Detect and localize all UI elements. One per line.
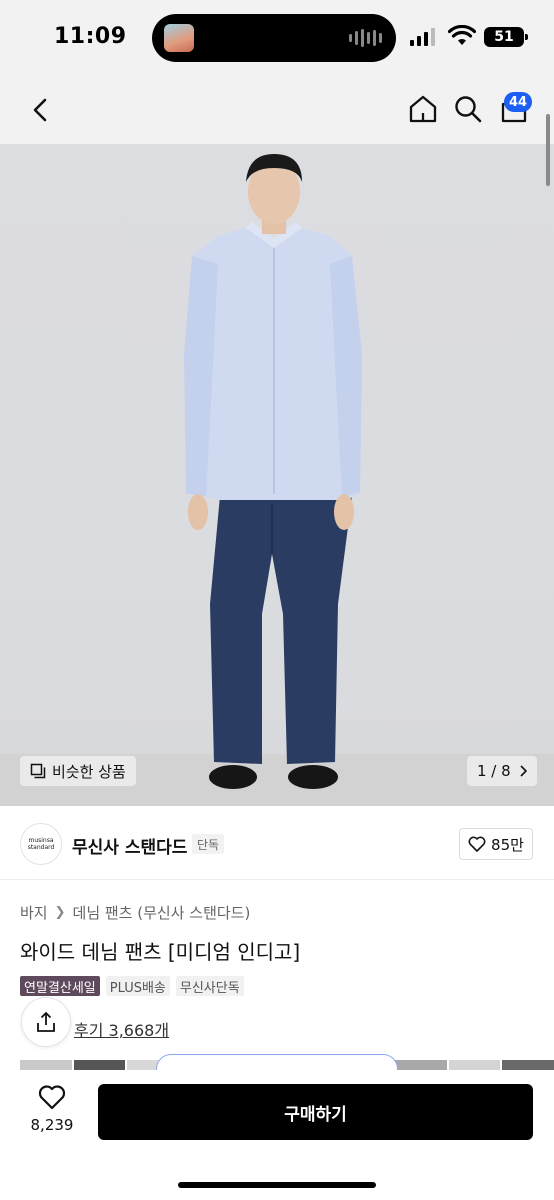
back-button[interactable]: [24, 94, 56, 126]
tag-plus-delivery: PLUS배송: [105, 976, 170, 996]
wifi-icon: [448, 25, 476, 45]
similar-products-button[interactable]: 비슷한 상품: [20, 756, 136, 786]
brand-logo-line2: standard: [27, 844, 55, 851]
share-icon: [37, 1012, 55, 1032]
buy-button[interactable]: 구매하기: [98, 1084, 533, 1140]
product-tags: 연말결산세일 PLUS배송 무신사단독: [20, 976, 244, 996]
brand-like-button[interactable]: 85만: [459, 828, 533, 860]
similar-products-label: 비슷한 상품: [52, 762, 126, 781]
brand-name[interactable]: 무신사 스탠다드: [72, 833, 187, 858]
audio-waveform-icon: [349, 28, 382, 48]
product-title: 와이드 데님 팬츠 [미디엄 인디고]: [20, 940, 301, 964]
wishlist-button[interactable]: 8,239: [20, 1084, 84, 1150]
share-button[interactable]: [21, 997, 71, 1047]
cellular-signal-icon: [410, 28, 435, 46]
dynamic-island: [152, 14, 396, 62]
now-playing-artwork: [164, 24, 194, 52]
model-photo: [184, 154, 362, 789]
image-page-indicator[interactable]: 1 / 8: [467, 756, 537, 786]
brand-row: musinsa standard 무신사 스탠다드 단독 85만: [0, 806, 554, 880]
wishlist-count: 8,239: [30, 1116, 74, 1134]
search-button[interactable]: [451, 92, 485, 126]
product-image-carousel[interactable]: 비슷한 상품 1 / 8: [0, 144, 554, 806]
exclusive-badge: 단독: [192, 834, 225, 854]
home-button[interactable]: [406, 92, 440, 126]
status-time: 11:09: [54, 24, 127, 49]
chevron-right-icon: [520, 765, 527, 777]
back-icon: [33, 98, 47, 122]
search-icon: [455, 96, 482, 123]
brand-logo[interactable]: musinsa standard: [20, 823, 62, 865]
status-bar: 11:09 51: [0, 0, 554, 78]
tag-sale: 연말결산세일: [20, 976, 100, 996]
app-header: 44: [0, 78, 554, 144]
image-page-label: 1 / 8: [477, 762, 511, 780]
breadcrumb: 바지 ❯ 데님 팬츠 (무신사 스탠다드): [20, 902, 250, 923]
tag-musinsa-exclusive: 무신사단독: [175, 976, 244, 996]
scrollbar[interactable]: [546, 114, 550, 186]
similar-items-icon: [30, 763, 46, 779]
bottom-action-bar: 8,239 구매하기: [0, 1070, 554, 1200]
heart-icon: [468, 836, 486, 852]
breadcrumb-item-subcategory[interactable]: 데님 팬츠 (무신사 스탠다드): [73, 902, 251, 923]
breadcrumb-item-category[interactable]: 바지: [20, 902, 48, 923]
chevron-right-icon: ❯: [54, 905, 66, 920]
heart-icon: [38, 1085, 66, 1110]
cart-count-badge: 44: [504, 92, 533, 112]
home-indicator: [178, 1182, 376, 1188]
brand-logo-line1: musinsa: [28, 837, 54, 844]
review-link[interactable]: 후기 3,668개: [74, 1017, 169, 1041]
home-icon: [409, 95, 437, 123]
brand-like-count: 85만: [491, 835, 524, 854]
battery-icon: 51: [484, 27, 528, 47]
